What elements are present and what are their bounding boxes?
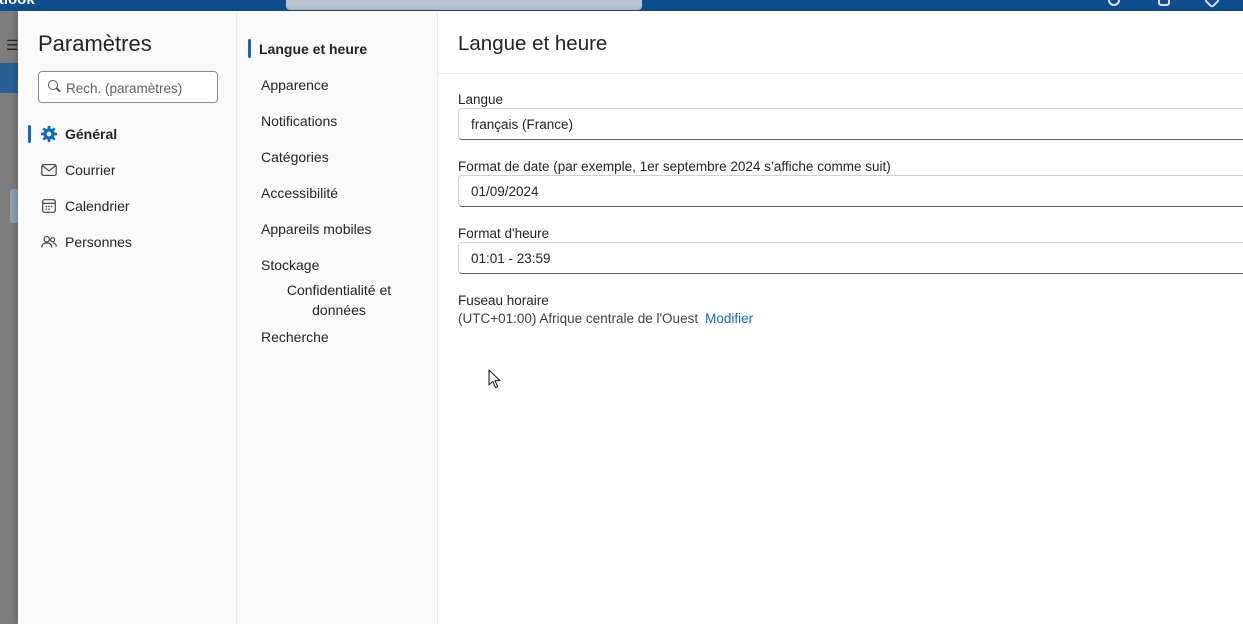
active-indicator (28, 125, 31, 143)
subnav-label: Notifications (261, 113, 338, 129)
subnav-mobile-devices[interactable]: Appareils mobiles (261, 221, 372, 237)
language-dropdown[interactable]: français (France) (458, 108, 1243, 140)
hamburger-menu-icon[interactable]: ☰ (6, 37, 19, 54)
app-toolbar-icon[interactable] (1158, 0, 1170, 6)
settings-search-input[interactable] (66, 78, 211, 98)
title-divider (438, 73, 1243, 74)
language-value: français (France) (471, 117, 574, 132)
category-label: Général (65, 126, 118, 142)
people-icon (41, 236, 57, 248)
date-format-dropdown[interactable]: 01/09/2024 (458, 175, 1243, 207)
subnav-notifications[interactable]: Notifications (261, 113, 337, 129)
subnav-storage[interactable]: Stockage (261, 257, 319, 273)
subnav-label: Confidentialité et données (286, 282, 392, 318)
subnav-label: Catégories (261, 149, 329, 165)
mail-app-icon[interactable] (0, 63, 18, 93)
app-left-rail: ☰ (0, 11, 19, 624)
mouse-cursor-icon (488, 369, 501, 389)
subnav-label: Apparence (261, 77, 329, 93)
calendar-icon (42, 199, 56, 213)
app-search-box[interactable] (286, 0, 642, 10)
category-label: Personnes (65, 234, 132, 250)
subnav-label: Accessibilité (261, 185, 339, 201)
app-selected-item (10, 189, 18, 223)
category-calendar[interactable]: Calendrier (28, 192, 228, 220)
search-icon (48, 80, 58, 90)
date-format-value: 01/09/2024 (471, 184, 539, 199)
time-format-label: Format d'heure (458, 226, 550, 241)
change-timezone-link[interactable]: Modifier (705, 311, 753, 326)
subnav-privacy-data[interactable]: Confidentialité et données (267, 280, 411, 320)
timezone-row: (UTC+01:00) Afrique centrale de l'Ouest M… (458, 311, 753, 326)
settings-subnav-pane: Langue et heure Apparence Notifications … (237, 11, 438, 624)
subnav-appearance[interactable]: Apparence (261, 77, 329, 93)
gear-icon (40, 125, 58, 143)
subnav-label: Stockage (261, 257, 320, 273)
active-indicator (248, 39, 251, 58)
app-toolbar-icon[interactable] (1203, 0, 1221, 9)
category-label: Courrier (65, 162, 116, 178)
category-mail[interactable]: Courrier (28, 156, 228, 184)
subnav-language-time[interactable]: Langue et heure (248, 39, 368, 58)
subnav-categories[interactable]: Catégories (261, 149, 329, 165)
language-label: Langue (458, 92, 504, 107)
settings-title: Paramètres (38, 31, 152, 56)
app-toolbar-icon[interactable] (1108, 0, 1120, 6)
app-topbar: Outlook (0, 0, 1243, 11)
category-people[interactable]: Personnes (28, 228, 228, 256)
page-title: Langue et heure (458, 32, 608, 55)
time-format-dropdown[interactable]: 01:01 - 23:59 (458, 242, 1243, 274)
timezone-label: Fuseau horaire (458, 293, 549, 308)
subnav-label: Langue et heure (259, 41, 368, 57)
category-general[interactable]: Général (28, 120, 228, 148)
subnav-label: Appareils mobiles (261, 221, 372, 237)
time-format-value: 01:01 - 23:59 (471, 251, 551, 266)
subnav-accessibility[interactable]: Accessibilité (261, 185, 338, 201)
date-format-label: Format de date (par exemple, 1er septemb… (458, 159, 891, 174)
settings-category-pane: Paramètres Généra (18, 11, 237, 624)
category-label: Calendrier (65, 198, 130, 214)
settings-dialog: Paramètres Généra (18, 11, 1243, 624)
mail-icon (41, 164, 57, 176)
subnav-search[interactable]: Recherche (261, 329, 329, 345)
settings-search-box[interactable] (38, 71, 218, 103)
timezone-value: (UTC+01:00) Afrique centrale de l'Ouest (458, 311, 699, 326)
settings-content-pane: Langue et heure Langue français (France)… (438, 11, 1243, 624)
app-name: Outlook (0, 0, 35, 8)
subnav-label: Recherche (261, 329, 329, 345)
